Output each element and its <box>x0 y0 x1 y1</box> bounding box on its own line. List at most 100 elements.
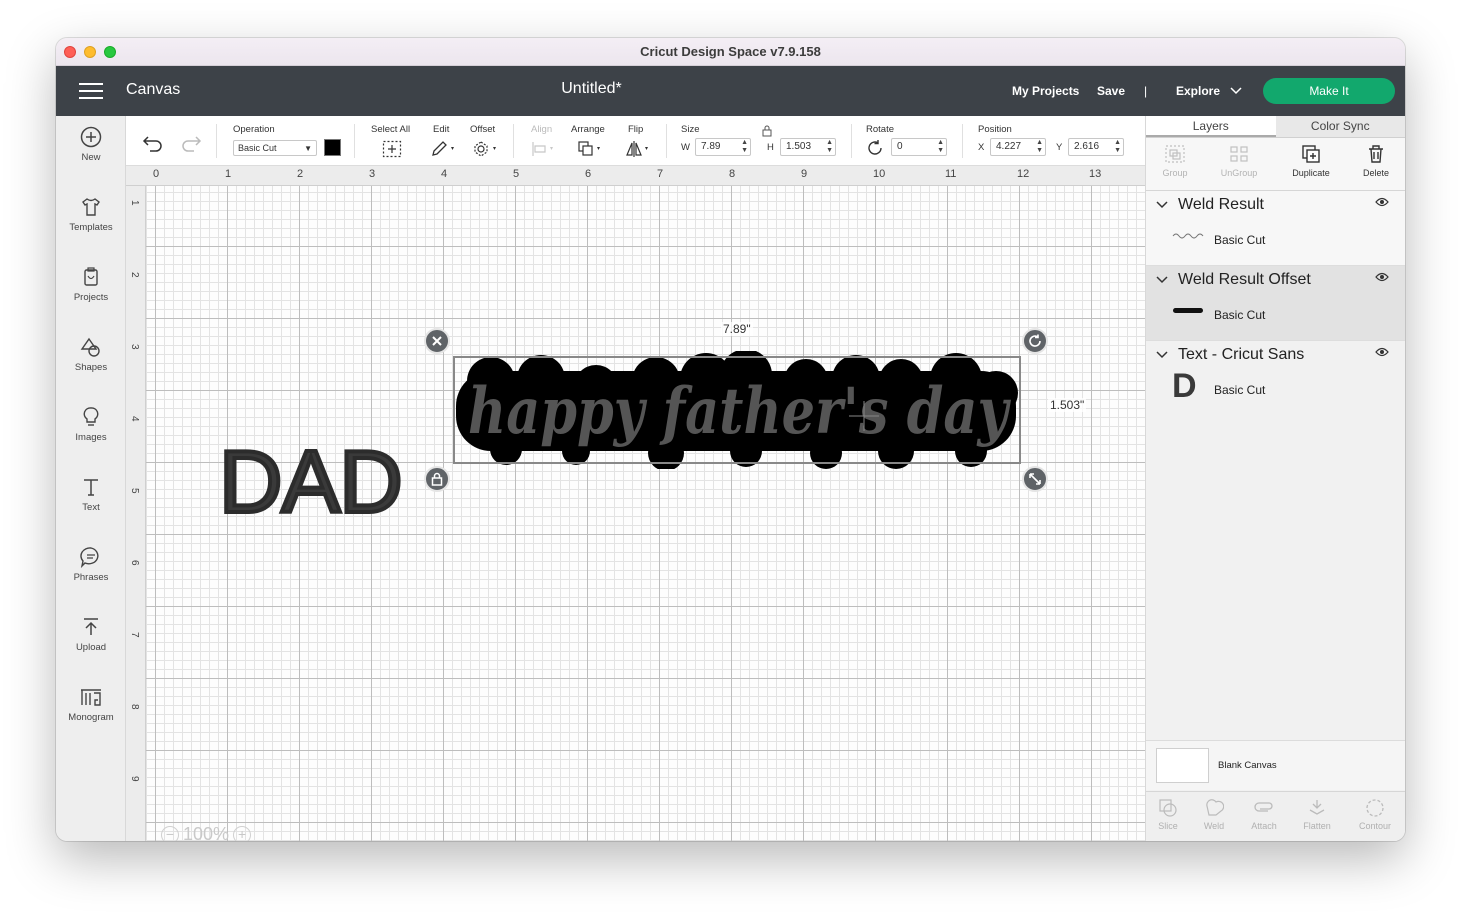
duplicate-button[interactable]: Duplicate <box>1283 144 1339 178</box>
x-position-input[interactable]: 4.227 ▲ ▼ <box>990 138 1046 156</box>
sidebar-item-upload[interactable]: Upload <box>56 616 126 676</box>
group-button[interactable]: Group <box>1147 144 1203 178</box>
operation-color-swatch[interactable] <box>324 139 341 156</box>
stepper-icon[interactable]: ▲ ▼ <box>826 139 833 155</box>
attach-button[interactable]: Attach <box>1239 798 1289 831</box>
weld-button[interactable]: Weld <box>1189 798 1239 831</box>
canvas-color-swatch[interactable] <box>1156 748 1209 783</box>
sidebar-item-templates[interactable]: Templates <box>56 196 126 256</box>
offset-label: Offset <box>470 124 496 135</box>
sidebar-item-images[interactable]: Images <box>56 406 126 466</box>
minimize-window-button[interactable] <box>84 46 96 58</box>
caret-down-icon: ▼ <box>304 144 312 153</box>
stepper-icon[interactable]: ▲ ▼ <box>1114 139 1121 155</box>
tab-layers[interactable]: Layers <box>1146 116 1276 137</box>
chevron-down-icon[interactable] <box>1156 276 1168 284</box>
layer-actions: Group UnGroup Duplicate Delete <box>1146 138 1405 191</box>
blank-canvas-row[interactable]: Blank Canvas <box>1146 740 1405 790</box>
x-position-value: 4.227 <box>996 141 1022 152</box>
panel-tabs: Layers Color Sync <box>1146 116 1405 138</box>
undo-icon[interactable] <box>142 134 164 152</box>
zoom-out-button[interactable]: − <box>161 825 179 841</box>
rotate-handle[interactable] <box>1022 328 1048 354</box>
sidebar-item-monogram[interactable]: Monogram <box>56 686 126 746</box>
maximize-window-button[interactable] <box>104 46 116 58</box>
width-input[interactable]: 7.89 ▲ ▼ <box>695 138 751 156</box>
y-label: Y <box>1056 142 1063 153</box>
select-all-icon[interactable] <box>382 140 402 158</box>
stepper-icon[interactable]: ▲ ▼ <box>937 139 944 155</box>
edit-label: Edit <box>433 124 450 135</box>
selection-bounding-box[interactable] <box>453 356 1021 464</box>
make-it-button[interactable]: Make It <box>1263 78 1395 104</box>
layer-weld-result[interactable]: Weld Result Basic Cut <box>1146 191 1405 266</box>
lock-proportions-handle[interactable] <box>424 466 450 492</box>
ruler-top-label: 0 <box>153 168 160 180</box>
arrange-icon[interactable] <box>577 140 605 158</box>
edit-pen-icon[interactable] <box>430 140 458 158</box>
close-icon <box>432 336 442 346</box>
sidebar-item-shapes[interactable]: Shapes <box>56 336 126 396</box>
ruler-top-label: 12 <box>1017 168 1030 180</box>
contour-button[interactable]: Contour <box>1350 798 1400 831</box>
offset-icon[interactable] <box>472 140 500 158</box>
ungroup-button[interactable]: UnGroup <box>1211 144 1267 178</box>
chevron-down-icon <box>1230 87 1242 95</box>
flip-icon[interactable] <box>625 140 653 158</box>
dad-text-layer[interactable]: DAD <box>217 436 405 528</box>
ruler-top-label: 2 <box>297 168 304 180</box>
sidebar-item-text[interactable]: Text <box>56 476 126 536</box>
sidebar-item-new[interactable]: New <box>56 126 126 186</box>
delete-button[interactable]: Delete <box>1348 144 1404 178</box>
close-window-button[interactable] <box>64 46 76 58</box>
zoom-level: 100% <box>183 824 230 841</box>
y-position-input[interactable]: 2.616 ▲ ▼ <box>1068 138 1124 156</box>
sidebar-item-phrases[interactable]: Phrases <box>56 546 126 606</box>
layer-weld-result-offset[interactable]: Weld Result Offset Basic Cut <box>1146 266 1405 341</box>
delete-handle[interactable] <box>424 328 450 354</box>
operation-select[interactable]: Basic Cut ▼ <box>233 140 317 156</box>
ruler-left-label: 3 <box>129 344 140 350</box>
stepper-icon[interactable]: ▲ ▼ <box>741 139 748 155</box>
rotate-input[interactable]: 0 ▲ ▼ <box>891 138 947 156</box>
group-icon <box>1165 145 1185 163</box>
height-input[interactable]: 1.503 ▲ ▼ <box>780 138 836 156</box>
shapes-icon <box>80 337 100 357</box>
layer-text-cricut-sans[interactable]: Text - Cricut Sans D Basic Cut <box>1146 341 1405 416</box>
window-title: Cricut Design Space v7.9.158 <box>640 44 821 59</box>
flatten-button[interactable]: Flatten <box>1292 798 1342 831</box>
sidebar-label: Text <box>82 502 100 513</box>
zoom-in-button[interactable]: + <box>233 825 252 841</box>
traffic-lights <box>64 46 116 58</box>
eye-icon[interactable] <box>1375 197 1389 207</box>
sidebar-label: New <box>81 152 101 163</box>
paperclip-icon <box>1254 802 1273 812</box>
chevron-down-icon[interactable] <box>1156 201 1168 209</box>
delete-label: Delete <box>1362 168 1389 178</box>
position-label: Position <box>978 124 1012 135</box>
layer-title: Text - Cricut Sans <box>1178 346 1305 363</box>
stepper-icon[interactable]: ▲ ▼ <box>1036 139 1043 155</box>
flip-label: Flip <box>628 124 644 135</box>
slice-button[interactable]: Slice <box>1143 798 1193 831</box>
align-icon[interactable] <box>531 140 559 158</box>
lock-icon[interactable] <box>762 125 772 137</box>
eye-icon[interactable] <box>1375 347 1389 357</box>
document-title[interactable]: Untitled* <box>56 80 1127 98</box>
ruler-top-label: 8 <box>729 168 736 180</box>
app-header: Canvas Untitled* My Projects Save | Expl… <box>56 66 1405 116</box>
tab-color-sync[interactable]: Color Sync <box>1275 116 1405 137</box>
save-button[interactable]: Save <box>1097 84 1125 98</box>
eye-icon[interactable] <box>1375 272 1389 282</box>
rotate-icon[interactable] <box>866 139 884 157</box>
lock-icon <box>431 472 443 486</box>
sidebar-item-projects[interactable]: Projects <box>56 266 126 326</box>
redo-icon[interactable] <box>180 134 202 152</box>
design-canvas[interactable]: 0 1 2 3 4 5 6 7 8 9 10 11 12 13 123456789 DAD happy f… <box>126 166 1145 841</box>
ruler-left-label: 5 <box>129 488 140 494</box>
chevron-down-icon[interactable] <box>1156 351 1168 359</box>
explore-menu[interactable]: Explore <box>1176 84 1242 98</box>
my-projects-link[interactable]: My Projects <box>1012 84 1079 98</box>
select-all-label: Select All <box>371 124 411 135</box>
resize-handle[interactable] <box>1022 466 1048 492</box>
